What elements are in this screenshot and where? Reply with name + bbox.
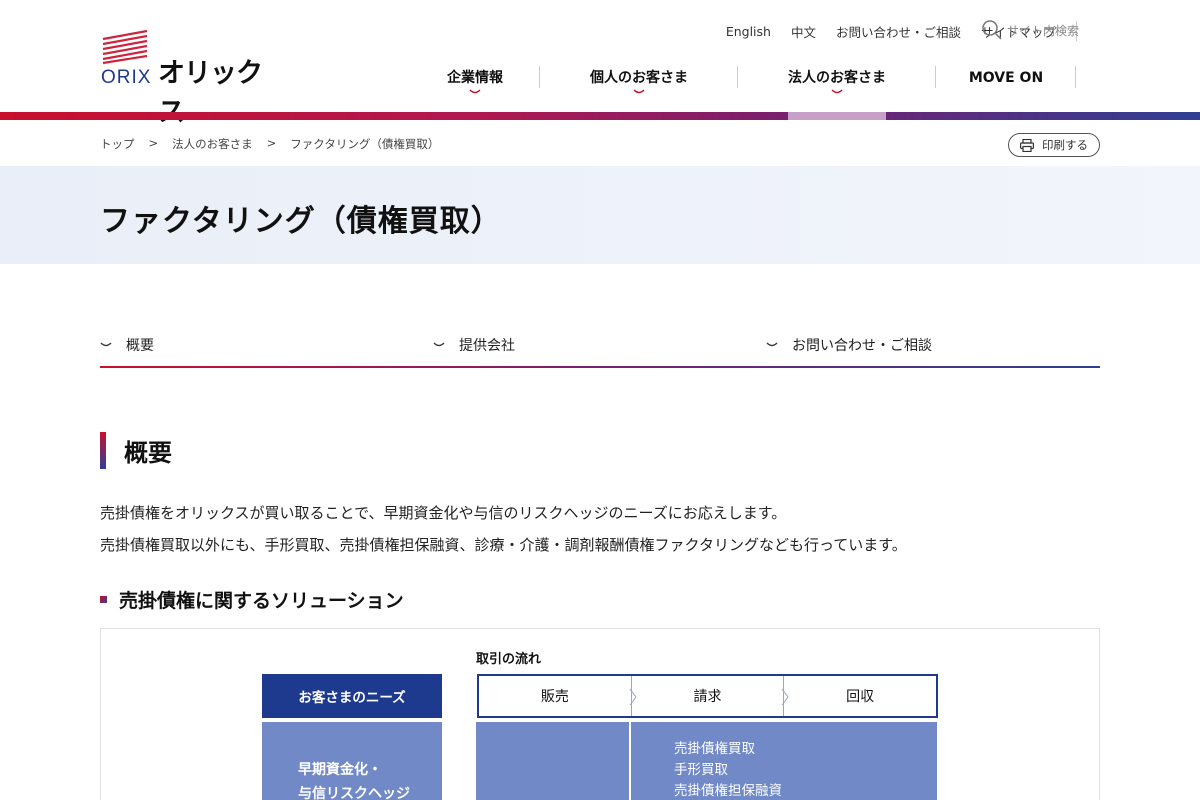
site-search[interactable]: サイト内検索: [981, 19, 1079, 41]
overview-paragraph: 売掛債権買取以外にも、手形買取、売掛債権担保融資、診療・介護・調剤報酬債権ファク…: [100, 536, 907, 554]
overview-paragraph: 売掛債権をオリックスが買い取ることで、早期資金化や与信のリスクヘッジのニーズにお…: [100, 504, 787, 522]
anchor-nav: 概要 提供会社 お問い合わせ・ご相談: [100, 322, 1100, 368]
flow-step-label: 回収: [846, 689, 875, 705]
orix-logo-mark-icon: [102, 29, 148, 65]
anchor-label: 概要: [126, 338, 154, 354]
util-link-chinese[interactable]: 中文: [791, 22, 816, 41]
flow-step-billing: 請求: [630, 676, 789, 716]
nav-item-move-on[interactable]: MOVE ON: [936, 66, 1076, 90]
orix-logo[interactable]: ORIX オリックス: [101, 29, 286, 128]
chevron-down-icon: [831, 89, 843, 94]
solution-item: 売掛債権担保融資: [674, 783, 782, 799]
print-label: 印刷する: [1042, 138, 1088, 152]
flow-title: 取引の流れ: [476, 652, 542, 667]
search-placeholder: サイト内検索: [1007, 23, 1080, 38]
square-bullet-icon: [100, 596, 107, 603]
chevron-down-icon: [469, 89, 481, 94]
header-gradient-bar: [0, 112, 1200, 120]
nav-item-label: 法人のお客さま: [788, 70, 886, 86]
active-nav-indicator: [788, 112, 886, 120]
anchor-nav-underline: [100, 366, 1100, 368]
page-hero: ファクタリング（債権買取）: [0, 166, 1200, 264]
printer-icon: [1020, 138, 1034, 152]
needs-header: お客さまのニーズ: [262, 674, 442, 718]
section-accent-bar: [100, 432, 106, 469]
page-title: ファクタリング（債権買取）: [100, 204, 502, 239]
breadcrumb-item-top[interactable]: トップ: [100, 136, 135, 152]
logo-latin: ORIX: [101, 67, 152, 88]
util-link-english[interactable]: English: [726, 24, 771, 39]
nav-item-label: MOVE ON: [968, 70, 1044, 86]
subsection-heading-solutions: 売掛債権に関するソリューション: [100, 586, 404, 613]
section-heading-overview: 概要: [100, 432, 172, 469]
nav-item-personal[interactable]: 個人のお客さま: [540, 66, 738, 94]
site-header: ORIX オリックス English 中文 お問い合わせ・ご相談 サイトマップ …: [0, 0, 1200, 128]
breadcrumb-item-current: ファクタリング（債権買取）: [290, 137, 440, 151]
section-title: 概要: [124, 439, 172, 467]
anchor-contact[interactable]: お問い合わせ・ご相談: [766, 322, 1099, 368]
main-nav: 企業情報 個人のお客さま 法人のお客さま MOVE ON: [410, 66, 1076, 94]
breadcrumb-separator: >: [266, 136, 277, 150]
chevron-down-icon: [633, 89, 645, 94]
anchor-provider[interactable]: 提供会社: [433, 322, 766, 368]
flow-step-label: 販売: [540, 689, 569, 705]
util-link-contact[interactable]: お問い合わせ・ご相談: [836, 22, 961, 41]
anchor-overview[interactable]: 概要: [100, 322, 433, 368]
solution-item: 手形買取: [674, 762, 728, 778]
needs-text: 早期資金化・ 与信リスクヘッジ: [298, 758, 410, 800]
nav-item-label: 個人のお客さま: [590, 70, 688, 86]
subsection-title: 売掛債権に関するソリューション: [119, 590, 404, 612]
flow-cell-sale: [476, 722, 629, 800]
search-icon: [982, 20, 1002, 40]
chevron-down-icon: [100, 342, 112, 347]
chevron-down-icon: [766, 342, 778, 347]
chevron-down-icon: [433, 342, 445, 347]
nav-item-business[interactable]: 法人のお客さま: [738, 66, 936, 94]
breadcrumb-item-business[interactable]: 法人のお客さま: [172, 136, 253, 152]
print-button[interactable]: 印刷する: [1008, 133, 1100, 157]
needs-line: 与信リスクヘッジ: [298, 786, 410, 800]
nav-item-label: 企業情報: [447, 70, 503, 86]
breadcrumb-separator: >: [148, 136, 159, 150]
flow-step-label: 請求: [693, 689, 722, 705]
flow-steps: 販売 請求 回収: [477, 674, 938, 718]
nav-item-corporate[interactable]: 企業情報: [410, 66, 540, 94]
breadcrumb: トップ > 法人のお客さま > ファクタリング（債権買取）: [100, 136, 453, 152]
flow-step-collection: 回収: [783, 676, 936, 716]
anchor-label: お問い合わせ・ご相談: [792, 338, 932, 354]
solutions-list: 売掛債権買取 手形買取 売掛債権担保融資: [674, 739, 782, 800]
flow-step-sale: 販売: [479, 676, 637, 716]
needs-line: 早期資金化・: [298, 762, 382, 778]
solution-item: 売掛債権買取: [674, 741, 755, 757]
anchor-label: 提供会社: [459, 338, 515, 354]
